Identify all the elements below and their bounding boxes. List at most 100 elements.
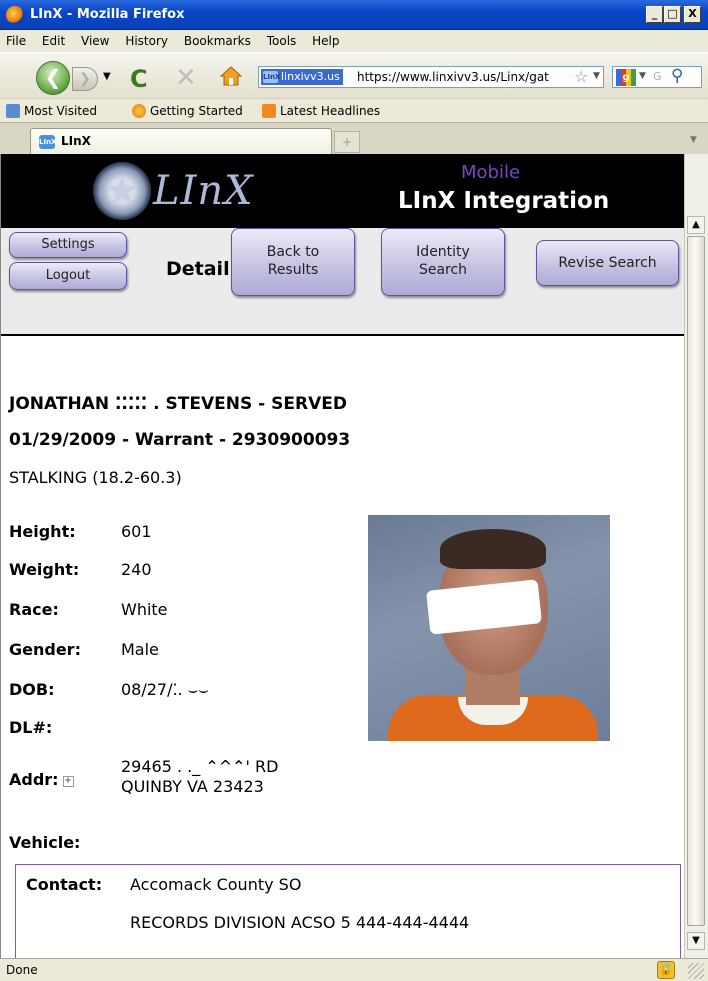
history-dropdown-icon[interactable]: ▼ <box>103 71 111 82</box>
tab-label: LInX <box>61 134 91 148</box>
dob-label: DOB: <box>9 680 55 699</box>
photo-hair <box>440 529 546 569</box>
home-icon[interactable] <box>220 65 242 87</box>
bookmark-latest-headlines[interactable]: Latest Headlines <box>262 104 380 118</box>
linx-logo: LInX <box>153 168 254 214</box>
address-block: 29465 . ._ ⌃^⌃' RD QUINBY VA 23423 <box>121 757 278 797</box>
menu-history[interactable]: History <box>119 30 174 48</box>
firefox-bookmark-icon <box>132 104 146 118</box>
tab-list-dropdown-icon[interactable]: ▼ <box>690 135 697 145</box>
record-warrant-line: 01/29/2009 - Warrant - 2930900093 <box>9 430 351 450</box>
firefox-logo-icon <box>6 6 24 24</box>
search-engine-dropdown-icon[interactable]: ▼ <box>639 71 646 81</box>
contact-box: Contact: Accomack County SO RECORDS DIVI… <box>15 864 681 958</box>
new-tab-button[interactable]: + <box>334 131 360 153</box>
most-visited-icon <box>6 104 20 118</box>
bookmark-most-visited[interactable]: Most Visited <box>6 104 97 118</box>
minimize-button[interactable]: _ <box>646 6 663 23</box>
menu-view[interactable]: View <box>75 30 115 48</box>
vehicle-label: Vehicle: <box>9 833 81 852</box>
app-toolbar: Settings Logout Detail Back to Results I… <box>1 228 684 336</box>
window-titlebar: LInX - Mozilla Firefox _ □ X <box>0 0 708 30</box>
expand-address-icon[interactable]: + <box>62 776 74 787</box>
resize-grip-icon[interactable] <box>688 963 704 979</box>
race-value: White <box>121 600 168 619</box>
page-scrollbar[interactable]: ▲ ▼ <box>684 154 708 958</box>
stop-icon[interactable]: ✕ <box>175 63 197 93</box>
tab-bar: LInX LInX + ▼ <box>0 122 708 155</box>
menu-tools[interactable]: Tools <box>261 30 303 48</box>
scrollbar-thumb[interactable] <box>687 236 705 926</box>
bookmark-label: Most Visited <box>24 104 98 118</box>
app-header: ★ LInX Mobile LInX Integration <box>1 154 684 228</box>
search-magnifier-icon[interactable]: ⚲ <box>671 66 683 86</box>
menu-help[interactable]: Help <box>306 30 345 48</box>
search-bar[interactable]: g ▼ G ⚲ <box>612 66 702 88</box>
dl-label: DL#: <box>9 718 53 737</box>
identity-search-line2: Search <box>418 262 468 278</box>
addr-label-wrap: Addr: + <box>9 770 74 789</box>
window-title: LInX - Mozilla Firefox <box>30 7 185 22</box>
scroll-up-arrow-icon[interactable]: ▲ <box>687 216 705 234</box>
settings-button[interactable]: Settings <box>9 232 127 258</box>
scroll-down-arrow-icon[interactable]: ▼ <box>687 932 705 950</box>
back-to-results-line2: Results <box>267 262 319 278</box>
rss-feed-icon <box>262 104 276 118</box>
site-identity-button[interactable]: LInX linxivv3.us <box>261 69 343 85</box>
weight-label: Weight: <box>9 560 80 579</box>
menu-bookmarks[interactable]: Bookmarks <box>178 30 257 48</box>
status-text: Done <box>6 963 38 977</box>
record-name-line: JONATHAN ⁚⁚⁚⁚⁚ . STEVENS - SERVED <box>9 394 347 414</box>
reload-icon[interactable]: C <box>130 65 148 93</box>
subject-photo <box>368 515 610 741</box>
record-offense-line: STALKING (18.2-60.3) <box>9 468 182 487</box>
tab-linx[interactable]: LInX LInX <box>30 128 332 155</box>
ssl-lock-icon[interactable]: 🔒 <box>657 961 675 979</box>
google-engine-icon[interactable]: g <box>616 69 636 86</box>
forward-button[interactable]: ❯ <box>72 67 98 91</box>
site-identity-label: linxivv3.us <box>281 70 340 83</box>
height-label: Height: <box>9 522 76 541</box>
gender-value: Male <box>121 640 159 659</box>
address-line1: 29465 . ._ ⌃^⌃' RD <box>121 757 279 776</box>
menu-bar: File Edit View History Bookmarks Tools H… <box>0 30 708 52</box>
navigation-toolbar: ❮ ❯ ▼ C ✕ LInX linxivv3.us https://www.l… <box>0 52 708 98</box>
back-to-results-line1: Back to <box>266 244 320 260</box>
race-label: Race: <box>9 600 59 619</box>
menu-edit[interactable]: Edit <box>36 30 71 48</box>
maximize-button[interactable]: □ <box>664 6 681 23</box>
height-value: 601 <box>121 522 152 541</box>
status-bar: Done 🔒 <box>0 958 708 981</box>
url-bar[interactable]: LInX linxivv3.us https://www.linxivv3.us… <box>258 66 604 88</box>
contact-label: Contact: <box>26 875 103 894</box>
address-line2: QUINBY VA 23423 <box>121 777 264 796</box>
addr-label: Addr: <box>9 770 59 789</box>
linx-tab-favicon-icon: LInX <box>39 135 56 149</box>
logout-button[interactable]: Logout <box>9 262 127 290</box>
revise-search-button[interactable]: Revise Search <box>536 240 679 286</box>
app-title: LInX Integration <box>398 188 610 214</box>
bookmark-getting-started[interactable]: Getting Started <box>132 104 243 118</box>
identity-search-button[interactable]: Identity Search <box>381 228 505 296</box>
contact-agency: Accomack County SO <box>130 875 302 894</box>
contact-detail: RECORDS DIVISION ACSO 5 444-444-4444 <box>130 913 470 932</box>
bookmarks-toolbar: Most Visited Getting Started Latest Head… <box>0 98 708 122</box>
app-mobile-label: Mobile <box>461 162 521 183</box>
dob-value: 08/27/⁚. ⌣⌣ <box>121 680 209 699</box>
linx-favicon-icon: LInX <box>263 71 281 83</box>
url-dropdown-icon[interactable]: ▼ <box>593 71 600 81</box>
police-seal-icon: ★ <box>93 162 151 220</box>
identity-search-line1: Identity <box>416 244 470 260</box>
bookmark-star-icon[interactable]: ☆ <box>574 67 588 86</box>
back-to-results-button[interactable]: Back to Results <box>231 228 355 296</box>
close-button[interactable]: X <box>684 6 701 23</box>
seal-star-icon: ★ <box>104 168 140 214</box>
url-text[interactable]: https://www.linxivv3.us/Linx/gat <box>357 70 567 84</box>
menu-file[interactable]: File <box>0 30 32 48</box>
weight-value: 240 <box>121 560 152 579</box>
back-button[interactable]: ❮ <box>36 61 70 95</box>
detail-label: Detail <box>166 258 230 280</box>
bookmark-label: Latest Headlines <box>280 104 381 118</box>
search-input[interactable]: G <box>653 70 662 83</box>
gender-label: Gender: <box>9 640 81 659</box>
